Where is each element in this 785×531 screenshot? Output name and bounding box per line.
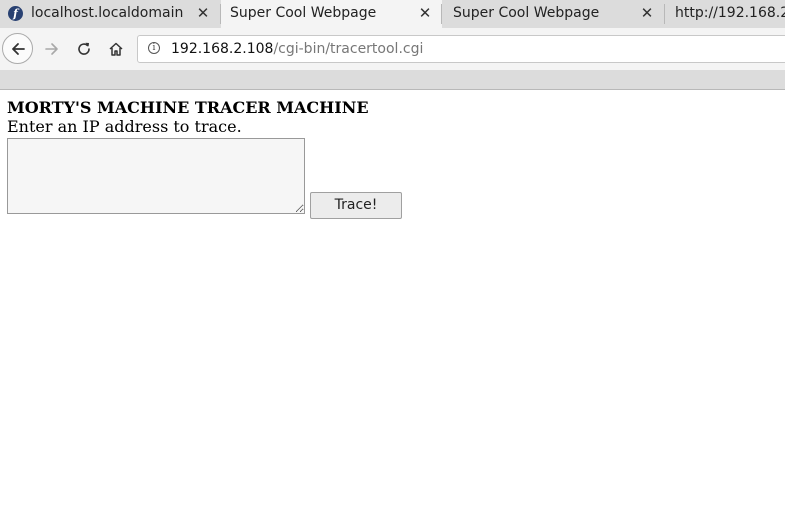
trace-button[interactable]: Trace! [310, 192, 402, 219]
tab-super-cool-webpage-active[interactable]: Super Cool Webpage ✕ [221, 0, 442, 28]
instructions-text: Enter an IP address to trace. [7, 117, 242, 136]
tab-localhost[interactable]: f localhost.localdomain ✕ [0, 0, 221, 28]
fedora-icon: f [8, 6, 23, 21]
tab-strip: f localhost.localdomain ✕ Super Cool Web… [0, 0, 785, 28]
bookmarks-toolbar [0, 70, 785, 90]
tab-label: http://192.168.2. [675, 5, 785, 21]
url-bar[interactable]: i 192.168.2.108/cgi-bin/tracertool.cgi [137, 35, 785, 63]
browser-window: f localhost.localdomain ✕ Super Cool Web… [0, 0, 785, 531]
ip-address-textarea[interactable] [7, 138, 305, 214]
info-icon[interactable]: i [148, 42, 160, 54]
url-text[interactable]: 192.168.2.108/cgi-bin/tracertool.cgi [171, 36, 423, 62]
tab-ip-address[interactable]: http://192.168.2. [665, 0, 785, 28]
tab-label: Super Cool Webpage [230, 5, 377, 21]
tab-super-cool-webpage[interactable]: Super Cool Webpage ✕ [442, 0, 665, 28]
forward-arrow-icon[interactable] [44, 41, 60, 57]
close-icon[interactable]: ✕ [196, 0, 210, 26]
back-arrow-icon [12, 43, 25, 55]
tab-label: localhost.localdomain [31, 5, 184, 21]
navigation-toolbar: i 192.168.2.108/cgi-bin/tracertool.cgi [0, 28, 785, 70]
url-path: /cgi-bin/tracertool.cgi [273, 41, 424, 57]
close-icon[interactable]: ✕ [418, 0, 432, 26]
page-content: MORTY'S MACHINE TRACER MACHINE Enter an … [0, 90, 785, 531]
home-icon[interactable] [108, 41, 124, 57]
back-button[interactable] [2, 33, 33, 64]
close-icon[interactable]: ✕ [640, 0, 654, 26]
tab-label: Super Cool Webpage [453, 5, 600, 21]
url-host: 192.168.2.108 [171, 41, 274, 57]
page-title: MORTY'S MACHINE TRACER MACHINE [7, 98, 369, 117]
reload-icon[interactable] [76, 41, 92, 57]
